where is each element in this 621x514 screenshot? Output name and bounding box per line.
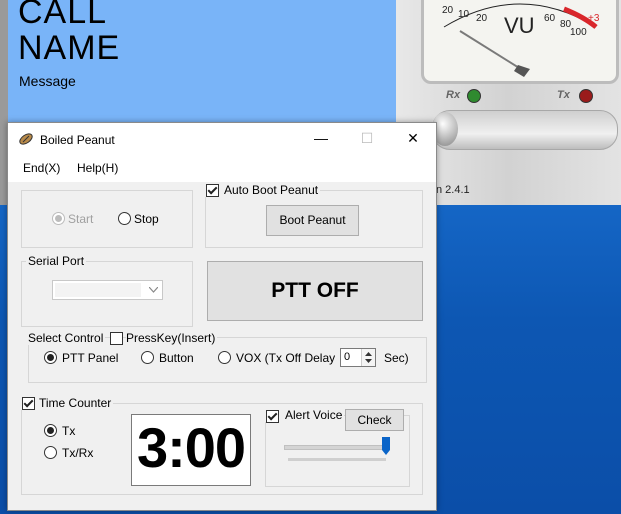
tx-label: Tx xyxy=(557,89,570,101)
menu-end[interactable]: End(X) xyxy=(23,161,60,175)
title-bar[interactable]: Boiled Peanut — ☐ ✕ xyxy=(8,123,436,154)
sec-label: Sec) xyxy=(384,351,409,365)
boiled-peanut-window: Boiled Peanut — ☐ ✕ End(X) Help(H) Start… xyxy=(7,122,437,511)
alert-volume-scale xyxy=(288,458,386,461)
message-text: Message xyxy=(19,73,76,89)
ptt-button[interactable]: PTT OFF xyxy=(207,261,423,321)
ptt-panel-label: PTT Panel xyxy=(62,351,119,365)
scale-label-4: 60 xyxy=(544,13,556,24)
txrx-radio[interactable] xyxy=(44,446,57,459)
scale-label-3: 20 xyxy=(476,13,488,24)
tx-led-icon xyxy=(579,89,593,103)
time-counter-checkbox[interactable] xyxy=(22,397,35,410)
window-title: Boiled Peanut xyxy=(40,133,115,147)
auto-boot-legend: Auto Boot Peanut xyxy=(204,183,321,197)
check-button[interactable]: Check xyxy=(345,409,404,431)
close-button[interactable]: ✕ xyxy=(390,123,436,154)
alert-volume-track[interactable] xyxy=(284,445,390,450)
scale-label-6: 100 xyxy=(570,27,587,38)
alert-voice-label: Alert Voice xyxy=(285,408,343,422)
menu-help[interactable]: Help(H) xyxy=(77,161,118,175)
button-radio[interactable] xyxy=(141,351,154,364)
tx-off-delay-spinner[interactable]: 0 xyxy=(340,348,376,367)
time-counter-display: 3:00 xyxy=(131,414,251,486)
start-radio[interactable] xyxy=(52,212,65,225)
stop-label: Stop xyxy=(134,212,159,226)
stop-radio[interactable] xyxy=(118,212,131,225)
presskey-checkbox[interactable] xyxy=(110,332,123,345)
background-slider-track xyxy=(432,110,618,150)
select-control-label: Select Control xyxy=(28,331,104,345)
alert-voice-checkbox[interactable] xyxy=(266,410,279,423)
scale-label-1: 20 xyxy=(442,5,454,16)
spinner-arrows-icon xyxy=(365,352,372,363)
serial-port-value xyxy=(55,283,141,297)
scale-label-7: +3 xyxy=(588,13,600,24)
chevron-down-icon xyxy=(149,287,158,293)
tx-radio[interactable] xyxy=(44,424,57,437)
maximize-button[interactable]: ☐ xyxy=(344,123,390,154)
vox-radio[interactable] xyxy=(218,351,231,364)
presskey-label: PressKey(Insert) xyxy=(126,331,218,345)
call-line-2: NAME xyxy=(18,29,121,67)
tx-off-delay-value: 0 xyxy=(344,351,351,363)
vox-label: VOX (Tx Off Delay xyxy=(236,351,336,365)
select-control-legend: Select Control xyxy=(26,331,106,345)
tx-label: Tx xyxy=(62,424,76,438)
callsign-display: CALL NAME xyxy=(18,0,120,66)
peanut-icon xyxy=(19,133,33,145)
run-group xyxy=(21,190,193,248)
rx-led-icon xyxy=(467,89,481,103)
serial-port-label: Serial Port xyxy=(26,254,87,268)
alert-volume-thumb[interactable] xyxy=(382,437,390,455)
time-counter-label: Time Counter xyxy=(39,396,112,410)
slider-thumb-icon xyxy=(382,437,390,455)
auto-boot-label: Auto Boot Peanut xyxy=(224,183,319,197)
rx-label: Rx xyxy=(446,89,461,101)
vu-meter: 20 10 20 60 80 100 +3 VU xyxy=(421,0,619,84)
start-label: Start xyxy=(68,212,94,226)
spinner-buttons[interactable] xyxy=(361,349,375,366)
ptt-panel-radio[interactable] xyxy=(44,351,57,364)
vu-meter-face: 20 10 20 60 80 100 +3 VU xyxy=(442,3,600,77)
boot-peanut-button[interactable]: Boot Peanut xyxy=(266,205,359,236)
serial-port-select[interactable] xyxy=(52,280,163,300)
txrx-label: Tx/Rx xyxy=(62,446,94,460)
vu-label: VU xyxy=(504,13,535,38)
version-text: n 2.4.1 xyxy=(436,184,470,196)
minimize-button[interactable]: — xyxy=(298,123,344,154)
button-label: Button xyxy=(159,351,194,365)
auto-boot-checkbox[interactable] xyxy=(206,184,219,197)
scale-label-2: 10 xyxy=(458,9,470,20)
call-line-1: CALL xyxy=(18,0,108,31)
menu-bar: End(X) Help(H) xyxy=(8,154,436,182)
